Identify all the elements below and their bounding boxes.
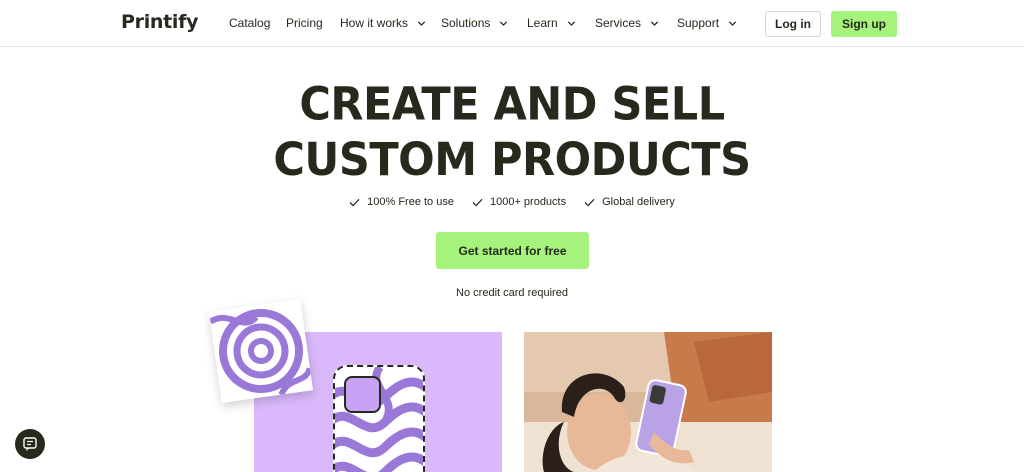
swirl-pattern — [209, 299, 313, 403]
feature-item: 1000+ products — [472, 196, 566, 208]
chat-support-button[interactable] — [15, 429, 45, 459]
nav-item-pricing[interactable]: Pricing — [286, 16, 323, 30]
nav-item-label: Support — [677, 16, 720, 30]
chevron-down-icon — [567, 20, 575, 26]
get-started-button[interactable]: Get started for free — [436, 232, 589, 269]
hero-title: CREATE AND SELL CUSTOM PRODUCTS — [0, 77, 1024, 188]
chevron-down-icon — [728, 20, 737, 26]
nav-item-label: Services — [595, 16, 642, 30]
camera-cutout — [344, 376, 381, 413]
feature-label: 100% Free to use — [367, 196, 454, 208]
feature-item: Global delivery — [584, 196, 675, 208]
nav-item-solutions[interactable]: Solutions — [441, 16, 508, 30]
nav-item-label: Pricing — [286, 16, 323, 30]
chat-icon — [23, 437, 37, 451]
nav-item-support[interactable]: Support — [677, 16, 737, 30]
chevron-down-icon — [417, 20, 426, 26]
nav-item-catalog[interactable]: Catalog — [229, 16, 270, 30]
no-credit-card-note: No credit card required — [456, 287, 568, 299]
lifestyle-photo — [524, 332, 772, 472]
nav-item-how-it-works[interactable]: How it works — [340, 16, 426, 30]
phone-case-outline — [333, 365, 425, 472]
hero-title-line-1: CREATE AND SELL — [299, 78, 725, 131]
check-icon — [349, 198, 360, 207]
feature-item: 100% Free to use — [349, 196, 454, 208]
nav-item-services[interactable]: Services — [595, 16, 659, 30]
chevron-down-icon — [500, 20, 508, 26]
nav-item-label: How it works — [340, 16, 409, 30]
nav-item-label: Solutions — [441, 16, 491, 30]
chevron-down-icon — [650, 20, 659, 26]
feature-label: 1000+ products — [489, 196, 567, 208]
signup-button[interactable]: Sign up — [831, 11, 897, 37]
pattern-swatch-image — [209, 299, 313, 403]
top-navigation: Printify Catalog Pricing How it works So… — [0, 0, 1024, 47]
feature-label: Global delivery — [602, 196, 675, 208]
check-icon — [472, 198, 483, 207]
login-button[interactable]: Log in — [765, 11, 821, 37]
feature-list: 100% Free to use 1000+ products Global d… — [0, 196, 1024, 208]
hero-title-line-2: CUSTOM PRODUCTS — [273, 134, 751, 187]
nav-item-learn[interactable]: Learn — [527, 16, 576, 30]
woman-holding-phone-image — [524, 332, 772, 472]
printify-logo[interactable]: Printify — [121, 11, 198, 33]
check-icon — [584, 198, 595, 207]
nav-item-label: Learn — [527, 16, 558, 30]
nav-item-label: Catalog — [229, 16, 271, 30]
